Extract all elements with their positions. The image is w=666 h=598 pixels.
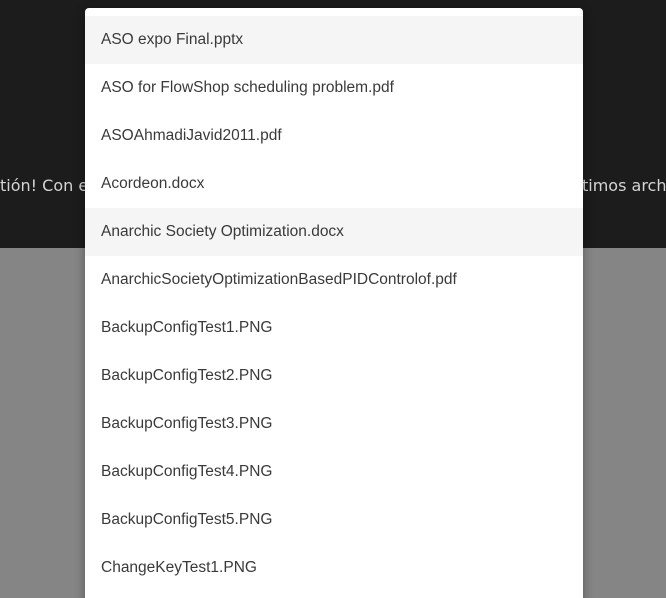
file-item[interactable]: ASOAhmadiJavid2011.pdf xyxy=(85,112,583,160)
file-item[interactable]: BackupConfigTest2.PNG xyxy=(85,352,583,400)
file-item[interactable]: BackupConfigTest3.PNG xyxy=(85,400,583,448)
banner-text-left: tión! Con es xyxy=(0,176,97,195)
page: tión! Con es timos archiv ASO expo Final… xyxy=(0,0,666,598)
banner-text-right: timos archiv xyxy=(582,176,666,195)
file-item[interactable]: ASO for FlowShop scheduling problem.pdf xyxy=(85,64,583,112)
file-item[interactable]: ChangeKeyTest1.PNG xyxy=(85,544,583,592)
file-item[interactable]: BackupConfigTest5.PNG xyxy=(85,496,583,544)
file-item[interactable]: AnarchicSocietyOptimizationBasedPIDContr… xyxy=(85,256,583,304)
file-item[interactable]: BackupConfigTest1.PNG xyxy=(85,304,583,352)
file-item[interactable]: BackupConfigTest4.PNG xyxy=(85,448,583,496)
file-item[interactable]: ASO expo Final.pptx xyxy=(85,16,583,64)
file-item[interactable]: Acordeon.docx xyxy=(85,160,583,208)
file-list: ASO expo Final.pptx ASO for FlowShop sch… xyxy=(85,16,583,592)
file-item[interactable]: Anarchic Society Optimization.docx xyxy=(85,208,583,256)
file-dropdown: ASO expo Final.pptx ASO for FlowShop sch… xyxy=(85,8,583,598)
